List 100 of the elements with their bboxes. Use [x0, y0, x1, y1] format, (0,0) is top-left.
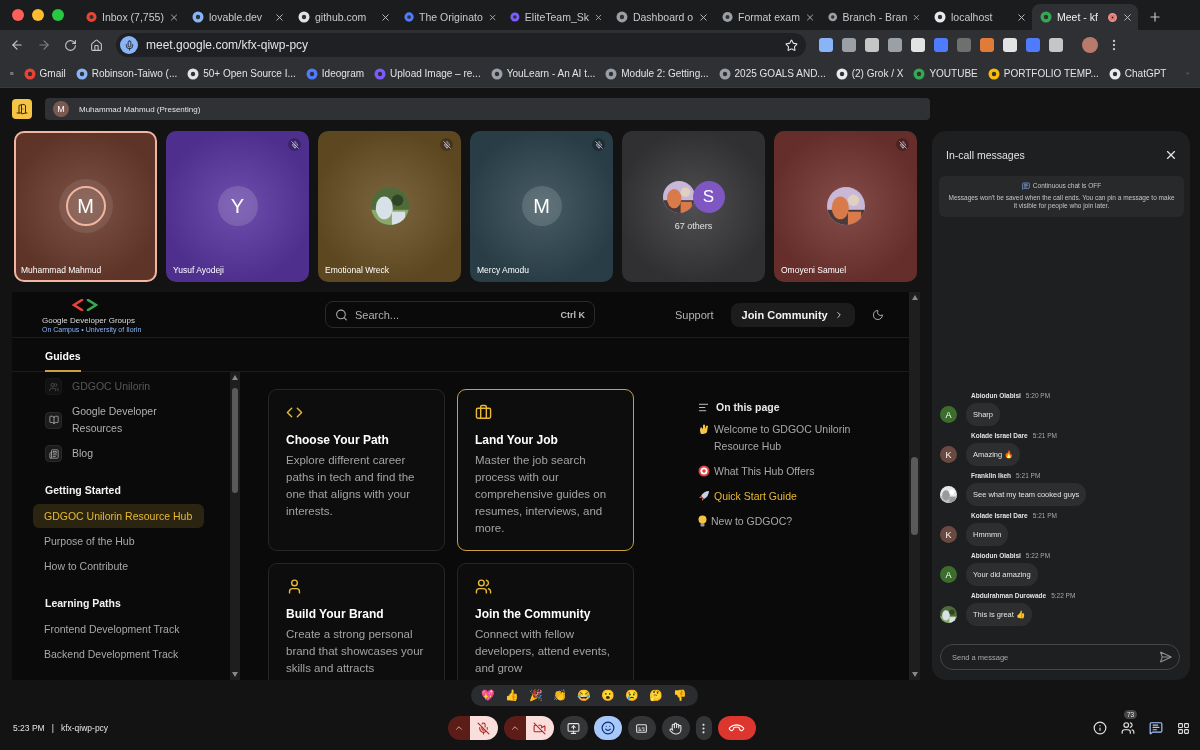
- close-window-button[interactable]: [12, 9, 24, 21]
- browser-tab[interactable]: lovable.dev: [184, 4, 290, 30]
- address-bar[interactable]: meet.google.com/kfx-qiwp-pcy: [116, 33, 806, 57]
- bookmark-link[interactable]: Module 2: Getting...: [605, 67, 709, 80]
- scrollbar[interactable]: [230, 372, 240, 680]
- captions-icon: [635, 721, 648, 735]
- browser-tab[interactable]: Inbox (7,755): [78, 4, 184, 30]
- reaction-button[interactable]: 👍: [500, 689, 524, 702]
- sidebar-link[interactable]: Frontend Development Track: [33, 617, 204, 641]
- reactions-button[interactable]: [593, 716, 622, 740]
- sidebar-link[interactable]: Google Developer Resources: [72, 403, 182, 437]
- guides-tab[interactable]: Guides: [45, 350, 81, 372]
- toc-link[interactable]: New to GDGOC?: [711, 513, 793, 530]
- hand-icon: [669, 721, 682, 735]
- sidebar-link[interactable]: Backend Development Track: [33, 642, 204, 666]
- bookmark-link[interactable]: Robinson-Taiwo (...: [75, 67, 178, 80]
- close-icon[interactable]: [1164, 148, 1178, 162]
- reload-icon[interactable]: [64, 38, 77, 52]
- captions-button[interactable]: [627, 716, 656, 740]
- toc-link[interactable]: Welcome to GDGOC Unilorin Resource Hub: [714, 421, 863, 455]
- bookmark-link[interactable]: 50+ Open Source I...: [187, 67, 296, 80]
- browser-tab[interactable]: Meet - kf: [1032, 4, 1138, 30]
- info-button[interactable]: [1093, 721, 1107, 735]
- app-icon-background[interactable]: [12, 99, 32, 119]
- home-icon[interactable]: [90, 38, 103, 52]
- bookmark-star-icon[interactable]: [785, 38, 798, 52]
- toc-heading: On this page: [716, 401, 780, 413]
- sidebar-link[interactable]: How to Contribute: [33, 554, 204, 578]
- guide-card[interactable]: Land Your Job Master the job search process with our comprehensive guides on resumes, interviews, and more.: [457, 389, 634, 551]
- profile-avatar[interactable]: [1082, 37, 1098, 53]
- bookmark-link[interactable]: Ideogram: [305, 67, 365, 80]
- reaction-button[interactable]: 🎉: [524, 689, 548, 702]
- camera-button[interactable]: [525, 716, 554, 740]
- reaction-button[interactable]: 😢: [620, 689, 644, 702]
- participant-tile[interactable]: Emotional Wreck: [318, 131, 461, 282]
- bookmark-link[interactable]: Upload Image – re...: [374, 67, 481, 80]
- reaction-button[interactable]: 😂: [572, 689, 596, 702]
- leave-call-button[interactable]: [717, 716, 756, 740]
- scrollbar[interactable]: [909, 292, 920, 680]
- sidebar-link[interactable]: GDGOC Unilorin Resource Hub: [33, 504, 204, 528]
- browser-tab[interactable]: Format exam: [714, 4, 820, 30]
- raise-hand-button[interactable]: [661, 716, 690, 740]
- bookmark-link[interactable]: (2) Grok / X: [835, 67, 904, 80]
- browser-tab[interactable]: Branch - Bran: [820, 4, 926, 30]
- guide-card[interactable]: Join the Community Connect with fellow developers, attend events, and grow: [457, 563, 634, 680]
- reaction-button[interactable]: 👏: [548, 689, 572, 702]
- present-button[interactable]: [559, 716, 588, 740]
- close-tab-icon[interactable]: [380, 11, 391, 23]
- minimize-window-button[interactable]: [32, 9, 44, 21]
- chat-button[interactable]: [1149, 721, 1163, 735]
- close-tab-icon[interactable]: [698, 11, 709, 23]
- browser-tab[interactable]: github.com: [290, 4, 396, 30]
- reaction-button[interactable]: 🤔: [644, 689, 668, 702]
- site-icon: [510, 11, 520, 23]
- bookmark-link[interactable]: Gmail: [23, 67, 66, 80]
- guide-card[interactable]: Choose Your Path Explore different career paths in tech and find the one that aligns with your interests.: [268, 389, 445, 551]
- microphone-button[interactable]: [469, 716, 498, 740]
- participant-tile[interactable]: M Muhammad Mahmud: [14, 131, 157, 282]
- toc-link[interactable]: Quick Start Guide: [714, 488, 797, 505]
- more-options-button[interactable]: [695, 716, 712, 740]
- site-icon: [374, 67, 387, 80]
- participant-tile[interactable]: M Mercy Amodu: [470, 131, 613, 282]
- reaction-button[interactable]: 👎: [668, 689, 692, 702]
- toc-link[interactable]: What This Hub Offers: [714, 463, 815, 480]
- bookmark-link[interactable]: YOUTUBE: [913, 67, 978, 80]
- reaction-button[interactable]: 💖: [476, 689, 500, 702]
- zoom-window-button[interactable]: [52, 9, 64, 21]
- participant-tile[interactable]: S 67 others: [622, 131, 765, 282]
- activities-button[interactable]: [1177, 721, 1190, 735]
- moon-icon[interactable]: [871, 308, 884, 321]
- bookmark-link[interactable]: PORTFOLIO TEMP...: [987, 67, 1099, 80]
- sidebar-link[interactable]: Blog: [72, 445, 182, 462]
- voice-search-button[interactable]: [120, 36, 138, 54]
- browser-tab[interactable]: EliteTeam_Sk: [502, 4, 608, 30]
- participant-tile[interactable]: Y Yusuf Ayodeji: [166, 131, 309, 282]
- guide-card[interactable]: Build Your Brand Create a strong personal brand that showcases your skills and attracts: [268, 563, 445, 680]
- browser-tab[interactable]: Dashboard o: [608, 4, 714, 30]
- new-tab-icon[interactable]: [1148, 10, 1162, 24]
- join-community-button[interactable]: Join Community: [730, 302, 855, 327]
- close-tab-icon[interactable]: [274, 11, 285, 23]
- sidebar-link[interactable]: Purpose of the Hub: [33, 529, 204, 553]
- bookmark-link[interactable]: 2025 GOALS AND...: [718, 67, 826, 80]
- site-icon: [23, 67, 36, 80]
- forward-icon[interactable]: [37, 38, 51, 52]
- site-icon: [835, 67, 848, 80]
- back-icon[interactable]: [10, 38, 24, 52]
- browser-tab[interactable]: localhost: [926, 4, 1032, 30]
- bookmark-link[interactable]: ChatGPT: [1108, 67, 1167, 80]
- close-tab-icon[interactable]: [1122, 11, 1133, 23]
- grid-icon: [1177, 721, 1190, 735]
- participant-name: Muhammad Mahmud: [20, 265, 103, 277]
- participant-tile[interactable]: Omoyeni Samuel: [774, 131, 917, 282]
- browser-tab[interactable]: The Originato: [396, 4, 502, 30]
- reaction-button[interactable]: 😮: [596, 689, 620, 702]
- info-icon: [1093, 721, 1107, 735]
- support-link[interactable]: Support: [675, 308, 714, 321]
- close-tab-icon[interactable]: [1016, 11, 1027, 23]
- bookmark-link[interactable]: YouLearn - An AI t...: [490, 67, 596, 80]
- participant-name: Omoyeni Samuel: [780, 265, 848, 277]
- send-icon[interactable]: [1159, 650, 1172, 664]
